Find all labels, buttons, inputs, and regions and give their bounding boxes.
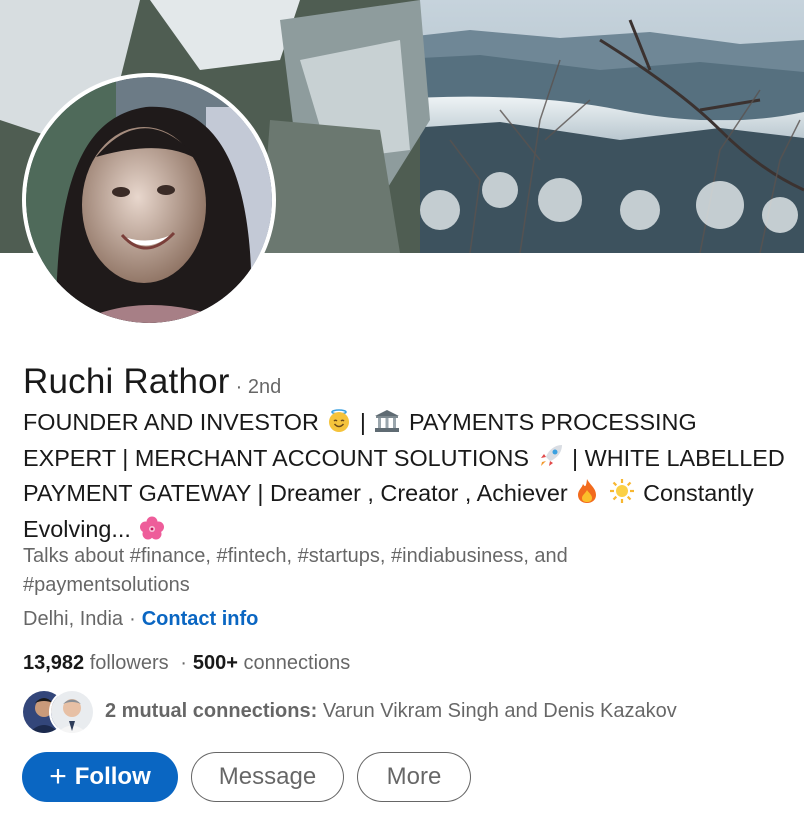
contact-info-link[interactable]: Contact info [142, 608, 259, 630]
followers-count: 13,982 [23, 652, 85, 674]
headline-part-2: | [359, 409, 366, 435]
profile-actions: + Follow Message More [22, 752, 471, 802]
mutual-connections-text: 2 mutual connections: Varun Vikram Singh… [105, 700, 677, 723]
connection-degree: · 2nd [235, 376, 282, 398]
fire-icon [576, 478, 598, 513]
profile-stats: 13,982 followers · 500+ connections [23, 649, 350, 677]
location-separator: · [129, 608, 136, 630]
connections-count: 500+ [192, 652, 238, 674]
mutual-connections-names: Varun Vikram Singh and Denis Kazakov [322, 699, 677, 722]
message-button[interactable]: Message [191, 752, 344, 802]
profile-name-row: Ruchi Rathor · 2nd [23, 362, 281, 402]
mutual-avatar-2 [49, 689, 95, 735]
headline-part-1: FOUNDER AND INVESTOR [23, 409, 319, 435]
profile-headline: FOUNDER AND INVESTOR | PAYMENTS PROCESSI… [23, 406, 793, 548]
profile-name: Ruchi Rathor [23, 362, 230, 401]
plus-icon: + [49, 760, 67, 793]
location-row: Delhi, India · Contact info [23, 605, 258, 633]
sun-icon [609, 478, 635, 513]
followers-link[interactable]: 13,982 followers [23, 652, 169, 674]
smiling-face-with-halo-icon [327, 409, 351, 442]
talks-about: Talks about #finance, #fintech, #startup… [23, 545, 568, 596]
location-text: Delhi, India [23, 608, 124, 630]
connections-label: connections [243, 652, 351, 674]
mutual-avatars [21, 689, 95, 735]
followers-label: followers [89, 652, 169, 674]
stats-separator: · [180, 652, 187, 674]
mutual-connections-label: 2 mutual connections: [105, 699, 318, 722]
mutual-connections-row[interactable]: 2 mutual connections: Varun Vikram Singh… [21, 689, 677, 735]
more-button[interactable]: More [357, 752, 471, 802]
connections-link[interactable]: 500+ connections [193, 652, 350, 674]
rocket-icon [538, 443, 564, 478]
bank-icon [374, 409, 400, 442]
follow-button[interactable]: + Follow [22, 752, 178, 802]
profile-photo[interactable] [22, 73, 276, 327]
follow-button-label: Follow [74, 763, 151, 790]
